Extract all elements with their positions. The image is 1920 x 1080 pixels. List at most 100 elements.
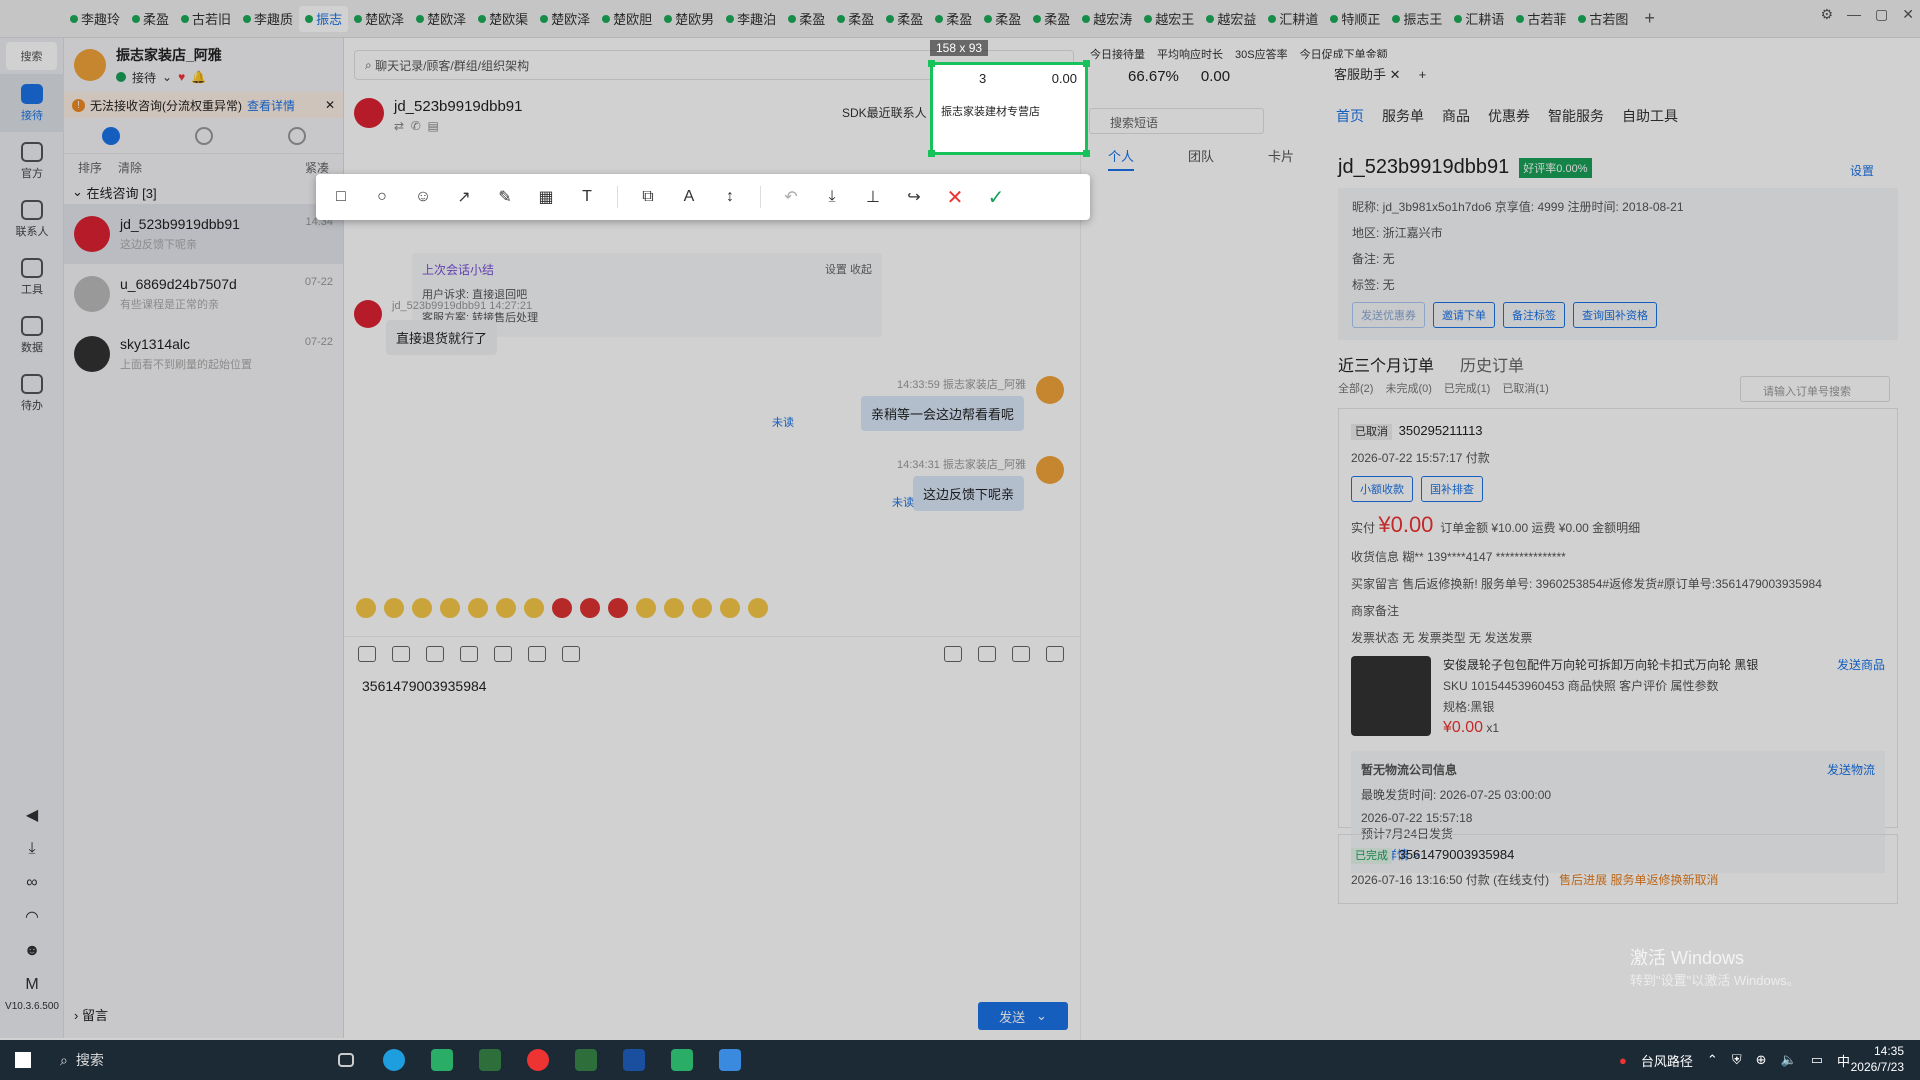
video-icon[interactable] — [460, 645, 478, 662]
invite-order-button[interactable]: 邀请下单 — [1433, 302, 1495, 328]
subsidy-tag[interactable]: 国补排查 — [1421, 476, 1483, 502]
emoji-icon[interactable] — [748, 598, 768, 618]
nav-smart[interactable]: 智能服务 — [1548, 106, 1604, 126]
rail-item-official[interactable]: 官方 — [0, 132, 64, 190]
shield-icon[interactable]: ⛨ — [1732, 1052, 1742, 1068]
leave-message-item[interactable]: › 留言 — [74, 1005, 108, 1024]
note-icon[interactable]: ▤ — [427, 119, 438, 133]
tab-item[interactable]: 楚欧泽 — [410, 6, 472, 32]
tab-item[interactable]: 楚欧渠 — [472, 6, 534, 32]
resize-handle[interactable] — [1083, 60, 1090, 67]
emoji-icon[interactable]: ☺ — [412, 186, 434, 208]
emoji-icon[interactable] — [524, 598, 544, 618]
rail-item-reception[interactable]: 接待 — [0, 74, 64, 132]
status-selector[interactable]: 接待 ⌄ ♥ 🔔 — [116, 69, 222, 86]
product-name[interactable]: 安俊晟轮子包包配件万向轮可拆卸万向轮卡扣式万向轮 黑银 — [1443, 656, 1758, 673]
emoji-icon[interactable] — [356, 598, 376, 618]
subsidy-check-button[interactable]: 查询国补资格 — [1573, 302, 1657, 328]
tab-item[interactable]: 古若旧 — [175, 6, 237, 32]
emoji-icon[interactable] — [692, 598, 712, 618]
emoji-icon[interactable] — [384, 598, 404, 618]
list-item[interactable]: u_6869d24b7507d 07-22 有些课程是正常的亲 — [64, 264, 343, 324]
crop-icon[interactable] — [528, 645, 546, 662]
tab-item[interactable]: 越宏王 — [1138, 6, 1200, 32]
tab-item[interactable]: 楚欧泽 — [348, 6, 410, 32]
tab-item[interactable]: 柔盈 — [782, 6, 831, 32]
add-tab-button[interactable]: + — [1634, 8, 1665, 29]
phone-icon[interactable]: ✆ — [411, 119, 421, 133]
rectangle-icon[interactable]: □ — [330, 186, 352, 208]
tab-item[interactable]: 楚欧泽 — [534, 6, 596, 32]
resize-handle[interactable] — [928, 60, 935, 67]
gear-icon[interactable]: ⚙ — [1820, 6, 1833, 23]
minimize-icon[interactable]: — — [1847, 6, 1861, 23]
emoji-icon[interactable] — [636, 598, 656, 618]
close-icon[interactable]: ✕ — [1902, 6, 1914, 23]
avatar[interactable] — [354, 98, 384, 128]
font-icon[interactable] — [392, 645, 410, 662]
tab-recent-orders[interactable]: 近三个月订单 — [1338, 352, 1434, 376]
order-search-input[interactable]: 请输入订单号搜索 — [1740, 376, 1890, 402]
clock-icon[interactable] — [1046, 645, 1064, 662]
share-icon[interactable]: ↪ — [903, 186, 925, 208]
cancel-icon[interactable]: ✕ — [944, 186, 966, 209]
m-app-icon[interactable] — [610, 1040, 658, 1080]
rose-icon[interactable] — [608, 598, 628, 618]
tab-item[interactable]: 古若菲 — [1510, 6, 1572, 32]
send-button[interactable]: 发送 ⌄ — [978, 1002, 1068, 1030]
remark-tag-button[interactable]: 备注标签 — [1503, 302, 1565, 328]
clock[interactable]: 14:35 2026/7/23 — [1851, 1043, 1904, 1075]
emoji-icon[interactable] — [358, 645, 376, 662]
tab-personal[interactable]: 个人 — [1107, 146, 1134, 171]
send-product-button[interactable]: 发送商品 — [1837, 656, 1885, 737]
session-group-header[interactable]: ⌄ 在线咨询 [3] — [64, 180, 343, 204]
resize-handle[interactable] — [928, 150, 935, 157]
volume-icon[interactable]: 🔈 — [1781, 1052, 1797, 1068]
app-icon[interactable] — [466, 1040, 514, 1080]
link-icon[interactable]: ∞ — [0, 866, 64, 900]
warning-link[interactable]: 查看详情 — [247, 97, 295, 114]
folder-icon[interactable] — [494, 645, 512, 662]
tab-item[interactable]: 柔盈 — [126, 6, 175, 32]
task-view-icon[interactable] — [322, 1040, 370, 1080]
ellipse-icon[interactable]: ○ — [371, 186, 393, 208]
app-icon[interactable] — [562, 1040, 610, 1080]
download-icon[interactable]: ⤓ — [821, 186, 843, 208]
robot-icon[interactable]: ☻ — [0, 934, 64, 968]
app-icon[interactable] — [658, 1040, 706, 1080]
tab-item[interactable]: 振志 — [299, 5, 349, 32]
clear-button[interactable]: 清除 — [118, 159, 142, 176]
group-icon[interactable] — [287, 126, 306, 145]
tab-item[interactable]: 楚欧胆 — [596, 6, 658, 32]
ocr-icon[interactable]: A — [678, 186, 700, 208]
transfer-icon[interactable]: ⇄ — [394, 119, 404, 133]
assistant-tab[interactable]: 客服助手 ✕ + — [1334, 64, 1426, 83]
long-screenshot-icon[interactable]: ↕ — [719, 186, 741, 208]
wechat-icon[interactable] — [418, 1040, 466, 1080]
emoji-icon[interactable] — [440, 598, 460, 618]
emoji-icon[interactable] — [580, 598, 600, 618]
undo-icon[interactable]: ↶ — [780, 186, 802, 208]
tab-item[interactable]: 汇耕语 — [1448, 6, 1510, 32]
emoji-icon[interactable] — [720, 598, 740, 618]
tab-item[interactable]: 越宏益 — [1200, 6, 1262, 32]
message-input[interactable]: 3561479003935984 — [362, 678, 487, 694]
sticker-icon[interactable]: ⧉ — [637, 186, 659, 208]
table-icon[interactable] — [562, 645, 580, 662]
filter-done[interactable]: 已完成(1) — [1444, 380, 1490, 396]
app-icon[interactable] — [514, 1040, 562, 1080]
pin-icon[interactable]: ⊥ — [862, 186, 884, 208]
tab-history-orders[interactable]: 历史订单 — [1460, 352, 1524, 376]
sort-button[interactable]: 排序 — [78, 159, 102, 176]
send-coupon-button[interactable]: 发送优惠券 — [1352, 302, 1425, 328]
clock-icon[interactable] — [194, 126, 213, 145]
tab-item[interactable]: 汇耕道 — [1262, 6, 1324, 32]
tab-item[interactable]: 李趣玲 — [64, 6, 126, 32]
rail-item-tools[interactable]: 工具 — [0, 248, 64, 306]
rail-item-data[interactable]: 数据 — [0, 306, 64, 364]
filter-pending[interactable]: 未完成(0) — [1385, 380, 1431, 396]
tab-item[interactable]: 古若图 — [1572, 6, 1634, 32]
rail-item-todo[interactable]: 待办 — [0, 364, 64, 422]
tab-item[interactable]: 李趣泊 — [720, 6, 782, 32]
summary-ops[interactable]: 设置 收起 — [825, 261, 872, 277]
